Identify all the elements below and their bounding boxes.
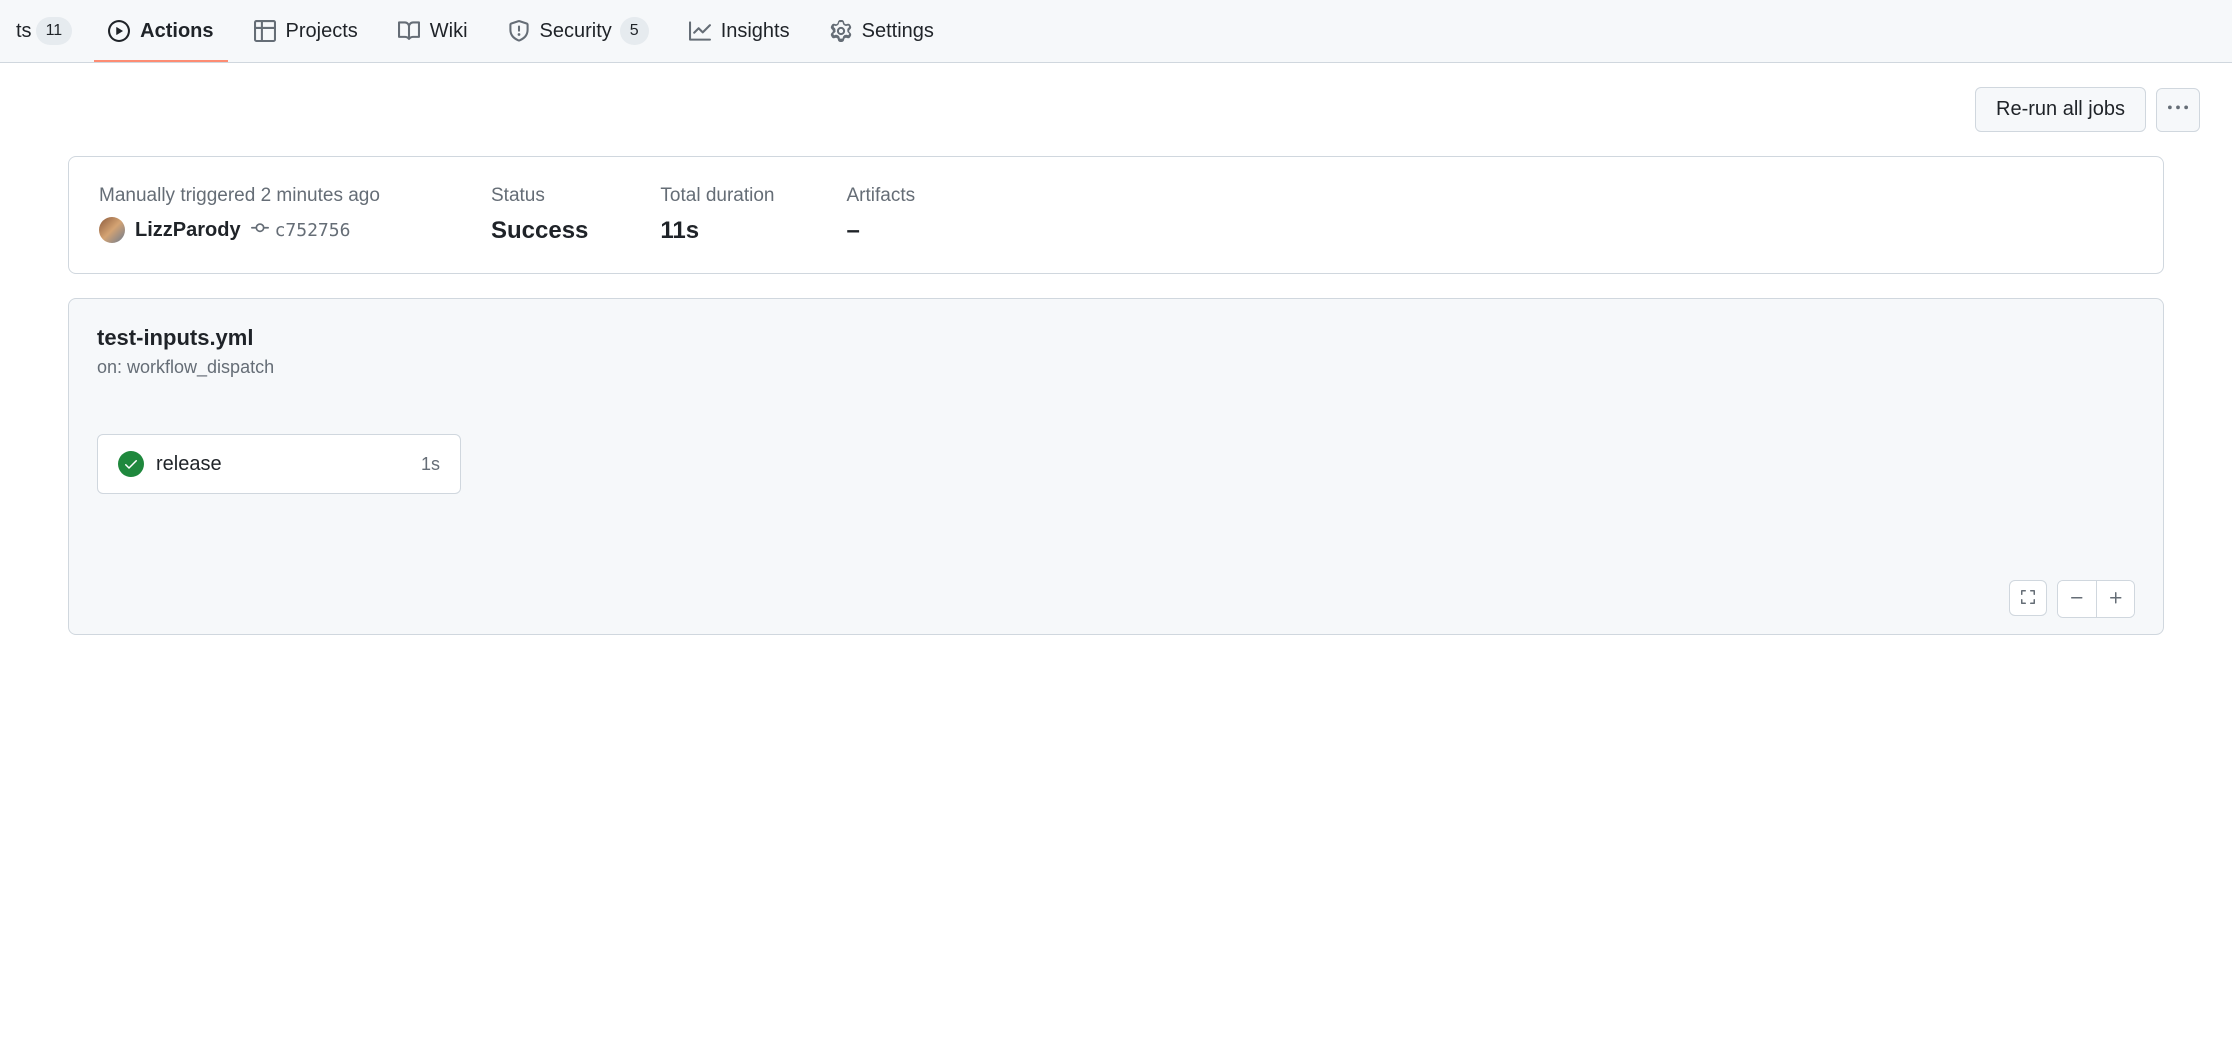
tab-wiki-label: Wiki	[430, 20, 468, 43]
workflow-trigger-text: on: workflow_dispatch	[97, 357, 2135, 378]
prev-tab-count: 11	[36, 17, 73, 45]
rerun-jobs-button[interactable]: Re-run all jobs	[1975, 87, 2146, 132]
job-duration: 1s	[421, 454, 440, 475]
shield-icon	[508, 20, 530, 42]
git-commit-icon	[251, 219, 269, 242]
check-circle-icon	[118, 451, 144, 477]
tab-security-label: Security	[540, 20, 612, 43]
tab-settings-label: Settings	[862, 20, 934, 43]
workflow-graph-area: release 1s	[97, 434, 2135, 614]
tab-actions-label: Actions	[140, 20, 213, 43]
screen-full-icon	[2020, 589, 2036, 608]
plus-icon	[2108, 590, 2124, 609]
workflow-run-toolbar: Re-run all jobs	[32, 63, 2200, 156]
summary-duration-col: Total duration 11s	[660, 185, 774, 245]
status-label: Status	[491, 185, 588, 207]
duration-value: 11s	[660, 217, 774, 245]
summary-artifacts-col: Artifacts –	[846, 185, 915, 245]
tab-projects[interactable]: Projects	[238, 0, 374, 62]
tab-projects-label: Projects	[286, 20, 358, 43]
user-avatar[interactable]	[99, 217, 125, 243]
trigger-row: LizzParody c752756	[99, 217, 419, 243]
zoom-out-button[interactable]	[2058, 581, 2096, 617]
play-icon	[108, 20, 130, 42]
artifacts-label: Artifacts	[846, 185, 915, 207]
job-name: release	[156, 453, 409, 476]
security-count-badge: 5	[620, 17, 649, 45]
tab-security[interactable]: Security 5	[492, 0, 665, 62]
commit-sha-text: c752756	[275, 220, 351, 241]
zoom-in-button[interactable]	[2096, 581, 2134, 617]
artifacts-value: –	[846, 217, 915, 245]
trigger-text: Manually triggered 2 minutes ago	[99, 185, 419, 207]
book-icon	[398, 20, 420, 42]
minus-icon	[2069, 590, 2085, 609]
kebab-horizontal-icon	[2168, 98, 2188, 121]
table-icon	[254, 20, 276, 42]
workflow-filename: test-inputs.yml	[97, 325, 2135, 351]
prev-tab-partial: ts	[16, 20, 32, 43]
fullscreen-button[interactable]	[2009, 580, 2047, 616]
workflow-graph-box: test-inputs.yml on: workflow_dispatch re…	[68, 298, 2164, 635]
tab-settings[interactable]: Settings	[814, 0, 950, 62]
status-value: Success	[491, 217, 588, 245]
summary-status-col: Status Success	[491, 185, 588, 245]
rerun-jobs-label: Re-run all jobs	[1996, 98, 2125, 121]
tab-insights-label: Insights	[721, 20, 790, 43]
tab-insights[interactable]: Insights	[673, 0, 806, 62]
repo-tabnav: ts 11 Actions Projects Wiki Security 5 I…	[0, 0, 2232, 63]
run-summary-box: Manually triggered 2 minutes ago LizzPar…	[68, 156, 2164, 274]
kebab-menu-button[interactable]	[2156, 88, 2200, 132]
zoom-group	[2057, 580, 2135, 618]
job-node-release[interactable]: release 1s	[97, 434, 461, 494]
commit-link[interactable]: c752756	[251, 219, 351, 242]
tab-wiki[interactable]: Wiki	[382, 0, 484, 62]
gear-icon	[830, 20, 852, 42]
triggered-by-user[interactable]: LizzParody	[135, 219, 241, 242]
tab-actions[interactable]: Actions	[92, 0, 229, 62]
duration-label: Total duration	[660, 185, 774, 207]
graph-icon	[689, 20, 711, 42]
page-content: Re-run all jobs Manually triggered 2 min…	[0, 63, 2232, 635]
summary-trigger-col: Manually triggered 2 minutes ago LizzPar…	[99, 185, 419, 245]
zoom-controls	[2009, 580, 2135, 618]
